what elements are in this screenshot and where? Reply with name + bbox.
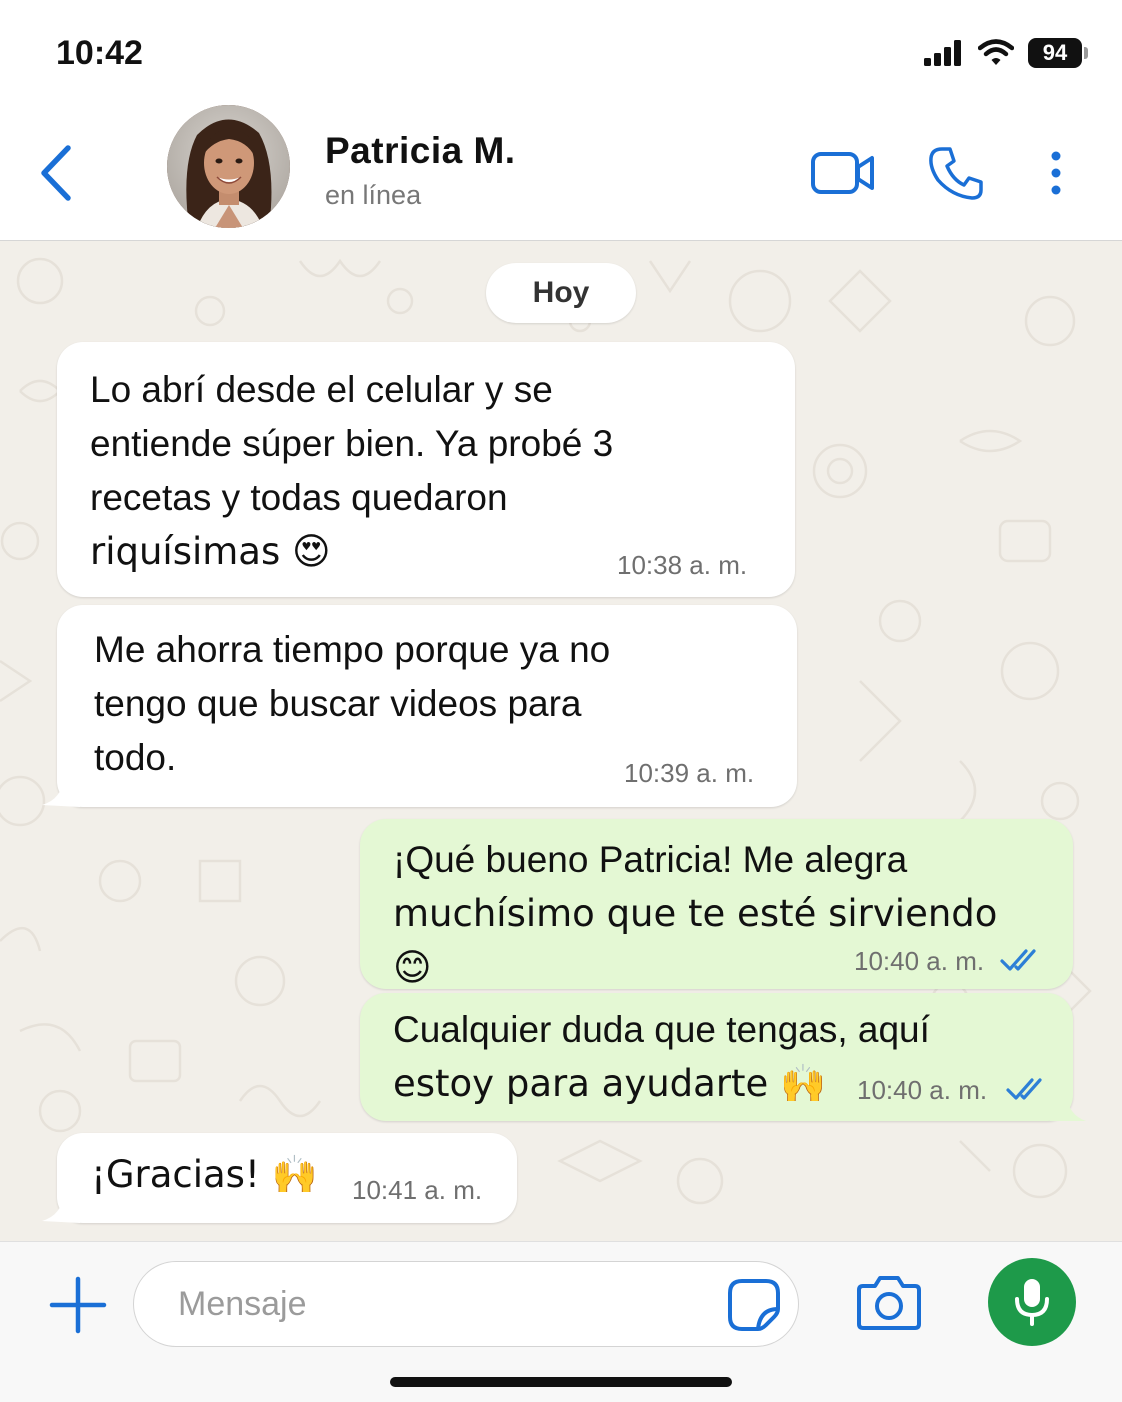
home-indicator [390,1377,732,1387]
chat-area[interactable]: Hoy Lo abrí desde el celular y se entien… [0,241,1122,1241]
message-bubble-outgoing[interactable]: ¡Qué bueno Patricia! Me alegra muchísimo… [360,819,1073,989]
voice-message-button[interactable] [988,1258,1076,1346]
battery-icon: 94 [1028,38,1088,68]
message-line: recetas y todas quedaron [90,477,508,518]
bubble-tail [1050,1093,1086,1121]
input-bar [0,1241,1122,1402]
back-chevron-icon [41,145,71,201]
attach-button[interactable] [48,1275,108,1335]
chat-header: Patricia M. en línea [0,100,1122,241]
camera-button[interactable] [857,1272,921,1332]
message-line: entiende súper bien. Ya probé 3 [90,423,614,464]
message-line: tengo que buscar videos para [94,683,582,724]
microphone-icon [1015,1279,1049,1326]
message-time: 10:40 a. m. [857,1075,988,1105]
sticker-button[interactable] [726,1277,782,1333]
bubble-tail [42,1193,80,1223]
message-bubble-incoming[interactable]: Me ahorra tiempo porque ya no tengo que … [57,605,797,807]
more-options-button[interactable] [1040,150,1072,201]
video-call-button[interactable] [810,150,876,201]
status-bar: 10:42 94 [0,0,1122,100]
phone-icon [929,147,983,200]
message-bubble-incoming[interactable]: ¡Gracias! 🙌 10:41 a. m. [57,1133,517,1223]
status-time: 10:42 [56,34,143,72]
camera-icon [857,1276,921,1330]
contact-name[interactable]: Patricia M. [325,130,516,172]
contact-photo [167,105,290,228]
wifi-icon [978,39,1014,65]
avatar[interactable] [167,105,290,228]
read-receipt-icon [1000,949,1036,971]
message-line: muchísimo que te esté sirviendo 😊 [393,892,998,989]
message-bubble-outgoing[interactable]: Cualquier duda que tengas, aquí estoy pa… [360,993,1073,1121]
voice-call-button[interactable] [926,144,986,209]
message-time: 10:39 a. m. [624,758,755,788]
message-line: ¡Qué bueno Patricia! Me alegra [393,839,908,880]
signal-icon [924,40,961,66]
message-bubble-incoming[interactable]: Lo abrí desde el celular y se entiende s… [57,342,795,597]
message-text: ¡Gracias! 🙌 [91,1153,318,1196]
message-line: Me ahorra tiempo porque ya no [94,629,611,670]
message-time: 10:40 a. m. [854,946,985,976]
status-icons: 94 [924,38,1088,68]
contact-status: en línea [325,180,422,210]
bubble-tail [42,777,80,807]
more-vertical-icon [1051,151,1061,195]
message-line: Lo abrí desde el celular y se [90,369,553,410]
message-text: Lo abrí desde el celular y se entiende s… [90,363,730,579]
date-separator: Hoy [486,263,636,323]
message-time: 10:38 a. m. [617,550,748,580]
message-input[interactable] [133,1261,799,1347]
back-button[interactable] [30,138,90,208]
sticker-icon [728,1279,780,1331]
video-call-icon [811,152,874,194]
message-time: 10:41 a. m. [352,1175,483,1205]
read-receipt-icon [1006,1078,1042,1100]
message-line: Cualquier duda que tengas, aquí [393,1009,930,1050]
plus-icon [49,1276,107,1334]
